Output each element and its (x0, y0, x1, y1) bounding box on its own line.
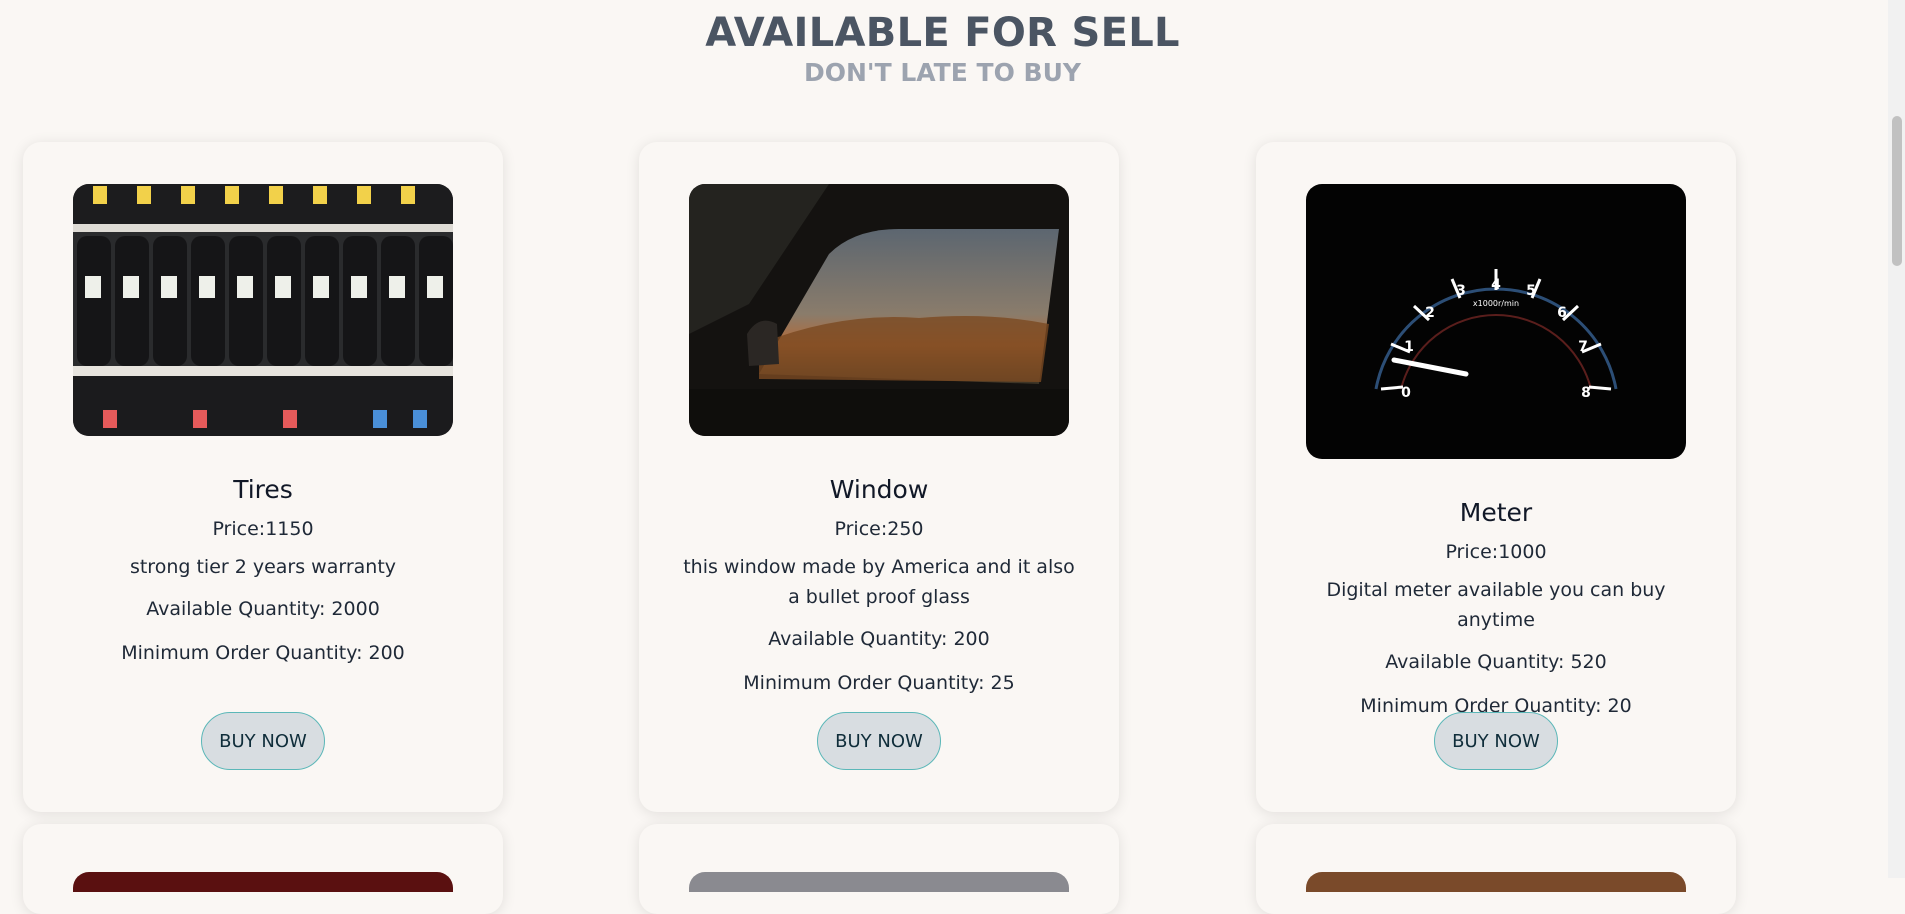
available-quantity: Available Quantity: 2000 (146, 598, 380, 620)
product-info: Meter Price:1000 Digital meter available… (1296, 497, 1696, 735)
product-image-peek (73, 872, 453, 892)
product-price: Price:1000 (1445, 541, 1547, 563)
gauge-label: 0 (1401, 385, 1411, 401)
product-image-peek (1306, 872, 1686, 892)
product-name: Tires (233, 475, 293, 504)
speedometer-photo-icon: 0 1 2 3 4 5 6 7 8 x1000r/min (1306, 184, 1686, 459)
product-image-peek (689, 872, 1069, 892)
product-card: Tires Price:1150 strong tier 2 years war… (23, 142, 503, 812)
buy-now-button[interactable]: BUY NOW (1434, 712, 1558, 770)
gauge-label: 3 (1456, 283, 1466, 299)
product-price: Price:250 (834, 518, 924, 540)
available-quantity: Available Quantity: 200 (768, 628, 990, 650)
section-subtitle: DON'T LATE TO BUY (804, 58, 1081, 87)
gauge-label: 1 (1404, 339, 1414, 355)
meter-image: 0 1 2 3 4 5 6 7 8 x1000r/min (1306, 184, 1686, 459)
gauge-label: 2 (1425, 305, 1435, 321)
scrollbar-thumb[interactable] (1892, 116, 1902, 266)
product-price: Price:1150 (212, 518, 314, 540)
page-scrollbar[interactable] (1888, 0, 1905, 878)
product-info: Window Price:250 this window made by Ame… (679, 474, 1079, 712)
section-heading: AVAILABLE FOR SELL DON'T LATE TO BUY (0, 8, 1885, 88)
tires-image (73, 184, 453, 436)
product-info: Tires Price:1150 strong tier 2 years war… (63, 474, 463, 682)
gauge-label: 7 (1578, 339, 1588, 355)
section-title: AVAILABLE FOR SELL (705, 10, 1180, 56)
minimum-order-quantity: Minimum Order Quantity: 200 (121, 642, 405, 664)
product-card: 0 1 2 3 4 5 6 7 8 x1000r/min Meter Price… (1256, 142, 1736, 812)
product-description: strong tier 2 years warranty (129, 556, 397, 578)
tires-photo-icon (73, 184, 453, 436)
product-card-peek (1256, 824, 1736, 914)
gauge-unit: x1000r/min (1473, 299, 1519, 308)
gauge-label: 6 (1557, 305, 1567, 321)
product-card: Window Price:250 this window made by Ame… (639, 142, 1119, 812)
product-name: Window (829, 475, 929, 504)
gauge-label: 4 (1491, 277, 1501, 293)
available-quantity: Available Quantity: 520 (1385, 651, 1607, 673)
buy-now-button[interactable]: BUY NOW (201, 712, 325, 770)
minimum-order-quantity: Minimum Order Quantity: 25 (743, 672, 1015, 694)
buy-now-button[interactable]: BUY NOW (817, 712, 941, 770)
window-image (689, 184, 1069, 436)
product-card-peek (23, 824, 503, 914)
product-card-peek (639, 824, 1119, 914)
gauge-label: 8 (1581, 385, 1591, 401)
product-name: Meter (1459, 498, 1533, 527)
product-description: Digital meter available you can buy anyt… (1326, 579, 1666, 631)
car-window-photo-icon (689, 184, 1069, 436)
gauge-label: 5 (1526, 283, 1536, 299)
product-description: this window made by America and it also … (683, 556, 1075, 608)
